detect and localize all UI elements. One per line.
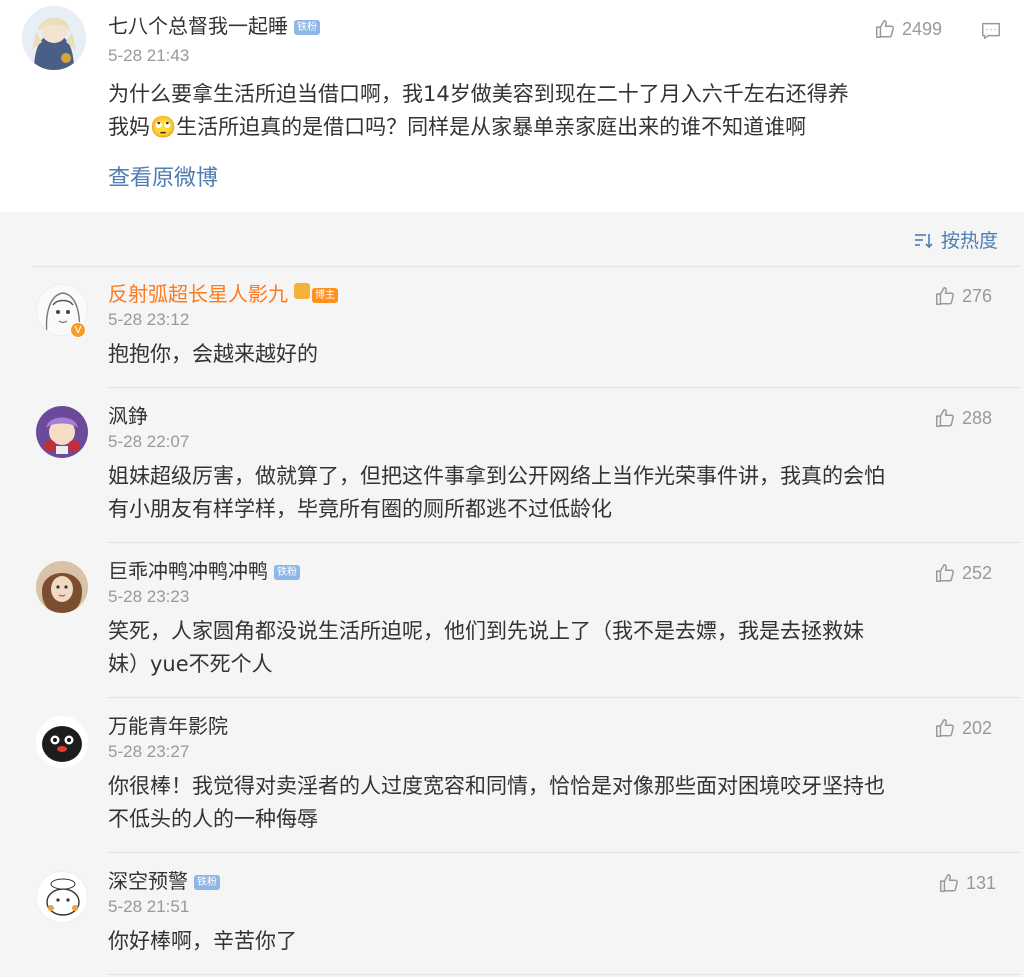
- comment-time: 5-28 21:51: [108, 897, 190, 916]
- comment-content-line: 抱抱你，会越来越好的: [108, 342, 318, 366]
- commenter-name[interactable]: 反射弧超长星人影九: [108, 282, 288, 306]
- comment-like-button[interactable]: 276: [934, 285, 992, 307]
- divider: [108, 542, 1020, 543]
- sort-button[interactable]: 按热度: [913, 226, 998, 253]
- commenter-name[interactable]: 万能青年影院: [108, 714, 228, 738]
- comment-like-count: 131: [966, 872, 997, 893]
- commenter-name-row[interactable]: 沨錚: [108, 400, 148, 429]
- divider: [108, 974, 1020, 975]
- post-content-line: 为什么要拿生活所迫当借口啊，我14岁做美容到现在二十了月入六千左右还得养: [108, 82, 849, 106]
- commenter-avatar[interactable]: [36, 871, 88, 923]
- comment-content-line: 妹）yue不死个人: [108, 652, 273, 676]
- divider: [108, 387, 1020, 388]
- commenter-name-row[interactable]: 反射弧超长星人影九 博主: [108, 278, 338, 307]
- comment-like-count: 202: [962, 717, 993, 738]
- comment-content: 你很棒！我觉得对卖淫者的人过度宽容和同情，恰恰是对像那些面对困境咬牙坚持也 不低…: [108, 770, 988, 836]
- comment-content-line: 你很棒！我觉得对卖淫者的人过度宽容和同情，恰恰是对像那些面对困境咬牙坚持也: [108, 774, 885, 798]
- comment-like-button[interactable]: 131: [938, 872, 996, 894]
- main-post: 七八个总督我一起睡 铁粉 5-28 21:43 2499 为什么要拿生活所迫当借口…: [0, 0, 1024, 212]
- comment-content: 你好棒啊，辛苦你了: [108, 925, 988, 958]
- user-avatar[interactable]: [22, 6, 86, 70]
- comments-section: 按热度 V 反射弧超长星人影九 博主 5-28 23:12 276 抱抱你，会越来…: [0, 212, 1024, 977]
- thumbs-up-icon: [936, 287, 954, 305]
- comment-content: 笑死，人家圆角都没说生活所迫呢，他们到先说上了（我不是去嫖，我是去拯救妹 妹）y…: [108, 615, 988, 681]
- divider: [108, 852, 1020, 853]
- comment-content-line: 不低头的人的一种侮辱: [108, 807, 318, 831]
- fan-badge: 铁粉: [194, 875, 220, 890]
- thumbs-up-icon: [876, 20, 894, 38]
- comment-content-line: 有小朋友有样学样，毕竟所有圈的厕所都逃不过低龄化: [108, 497, 612, 521]
- comment-content-line: 你好棒啊，辛苦你了: [108, 929, 297, 953]
- comment-like-button[interactable]: 288: [934, 407, 992, 429]
- comment-content: 抱抱你，会越来越好的: [108, 338, 988, 371]
- comment-like-count: 252: [962, 562, 993, 583]
- thumbs-up-icon: [940, 874, 958, 892]
- comment-like-count: 288: [962, 407, 993, 428]
- commenter-avatar[interactable]: [36, 406, 88, 458]
- comment-icon[interactable]: [980, 20, 1002, 42]
- post-author[interactable]: 七八个总督我一起睡 铁粉: [108, 10, 320, 39]
- comment-like-count: 276: [962, 285, 993, 306]
- post-time: 5-28 21:43: [108, 46, 190, 65]
- commenter-name[interactable]: 深空预警: [108, 869, 188, 893]
- comment-like-button[interactable]: 202: [934, 717, 992, 739]
- commenter-avatar[interactable]: [36, 561, 88, 613]
- comment-time: 5-28 23:23: [108, 587, 190, 606]
- thumbs-up-icon: [936, 719, 954, 737]
- thumbs-up-icon: [936, 409, 954, 427]
- divider: [32, 266, 1020, 267]
- post-content-line: 我妈🙄生活所迫真的是借口吗？同样是从家暴单亲家庭出来的谁不知道谁啊: [108, 115, 807, 139]
- verified-icon: V: [70, 322, 86, 338]
- thumbs-up-icon: [936, 564, 954, 582]
- post-like-count: 2499: [902, 18, 943, 39]
- commenter-name-row[interactable]: 巨乖冲鸭冲鸭冲鸭 铁粉: [108, 555, 300, 584]
- post-author-name[interactable]: 七八个总督我一起睡: [108, 14, 288, 38]
- sort-icon: [914, 233, 933, 248]
- comment-content-line: 笑死，人家圆角都没说生活所迫呢，他们到先说上了（我不是去嫖，我是去拯救妹: [108, 619, 864, 643]
- owner-badge: 博主: [312, 288, 338, 303]
- view-original-link[interactable]: 查看原微博: [108, 160, 218, 192]
- commenter-name[interactable]: 巨乖冲鸭冲鸭冲鸭: [108, 559, 268, 583]
- comment-time: 5-28 23:27: [108, 742, 190, 761]
- comment-like-button[interactable]: 252: [934, 562, 992, 584]
- comment-content-line: 姐妹超级厉害，做就算了，但把这件事拿到公开网络上当作光荣事件讲，我真的会怕: [108, 464, 885, 488]
- divider: [108, 697, 1020, 698]
- fan-badge: 铁粉: [274, 565, 300, 580]
- commenter-name-row[interactable]: 万能青年影院: [108, 710, 228, 739]
- post-content: 为什么要拿生活所迫当借口啊，我14岁做美容到现在二十了月入六千左右还得养 我妈🙄…: [108, 78, 988, 144]
- commenter-name-row[interactable]: 深空预警 铁粉: [108, 865, 220, 894]
- comment-time: 5-28 22:07: [108, 432, 190, 451]
- fan-badge: 铁粉: [294, 20, 320, 35]
- commenter-name[interactable]: 沨錚: [108, 404, 148, 428]
- sort-label: 按热度: [940, 230, 998, 252]
- comment-content: 姐妹超级厉害，做就算了，但把这件事拿到公开网络上当作光荣事件讲，我真的会怕 有小…: [108, 460, 988, 526]
- post-like-button[interactable]: 2499: [874, 18, 942, 40]
- commenter-avatar[interactable]: [36, 716, 88, 768]
- comment-time: 5-28 23:12: [108, 310, 190, 329]
- crown-icon: [294, 283, 310, 299]
